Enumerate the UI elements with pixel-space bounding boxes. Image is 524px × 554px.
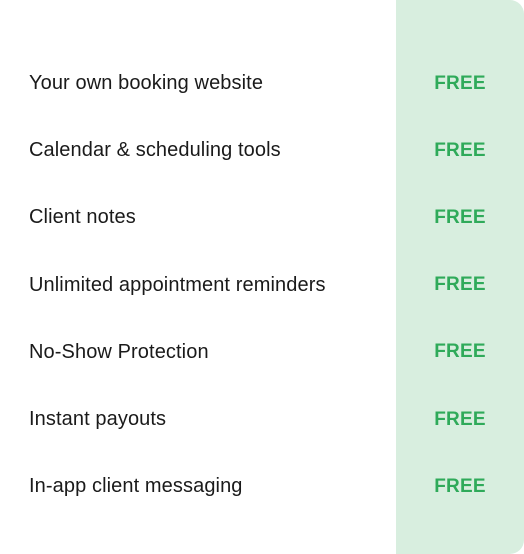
feature-price-badge: FREE bbox=[434, 206, 486, 228]
feature-price-badge: FREE bbox=[434, 408, 486, 430]
feature-price-badge: FREE bbox=[434, 72, 486, 94]
feature-price-badge: FREE bbox=[434, 139, 486, 161]
feature-row-no-show-protection: No-Show Protection FREE bbox=[0, 319, 524, 386]
feature-label: Client notes bbox=[29, 206, 136, 229]
feature-comparison-list: Your own booking website FREE Calendar &… bbox=[0, 50, 524, 520]
feature-price-badge: FREE bbox=[434, 341, 486, 363]
feature-label: Unlimited appointment reminders bbox=[29, 273, 326, 296]
feature-label: Your own booking website bbox=[29, 72, 264, 95]
feature-label: Calendar & scheduling tools bbox=[29, 139, 281, 162]
feature-label: No-Show Protection bbox=[29, 340, 209, 363]
feature-price-badge: FREE bbox=[434, 475, 486, 497]
feature-label: In-app client messaging bbox=[29, 475, 243, 498]
feature-price-badge: FREE bbox=[434, 274, 486, 296]
feature-row-instant-payouts: Instant payouts FREE bbox=[0, 386, 524, 453]
feature-row-calendar-scheduling: Calendar & scheduling tools FREE bbox=[0, 117, 524, 184]
feature-row-booking-website: Your own booking website FREE bbox=[0, 50, 524, 117]
feature-row-client-notes: Client notes FREE bbox=[0, 184, 524, 251]
feature-row-client-messaging: In-app client messaging FREE bbox=[0, 453, 524, 520]
feature-row-appointment-reminders: Unlimited appointment reminders FREE bbox=[0, 252, 524, 319]
feature-label: Instant payouts bbox=[29, 408, 167, 431]
